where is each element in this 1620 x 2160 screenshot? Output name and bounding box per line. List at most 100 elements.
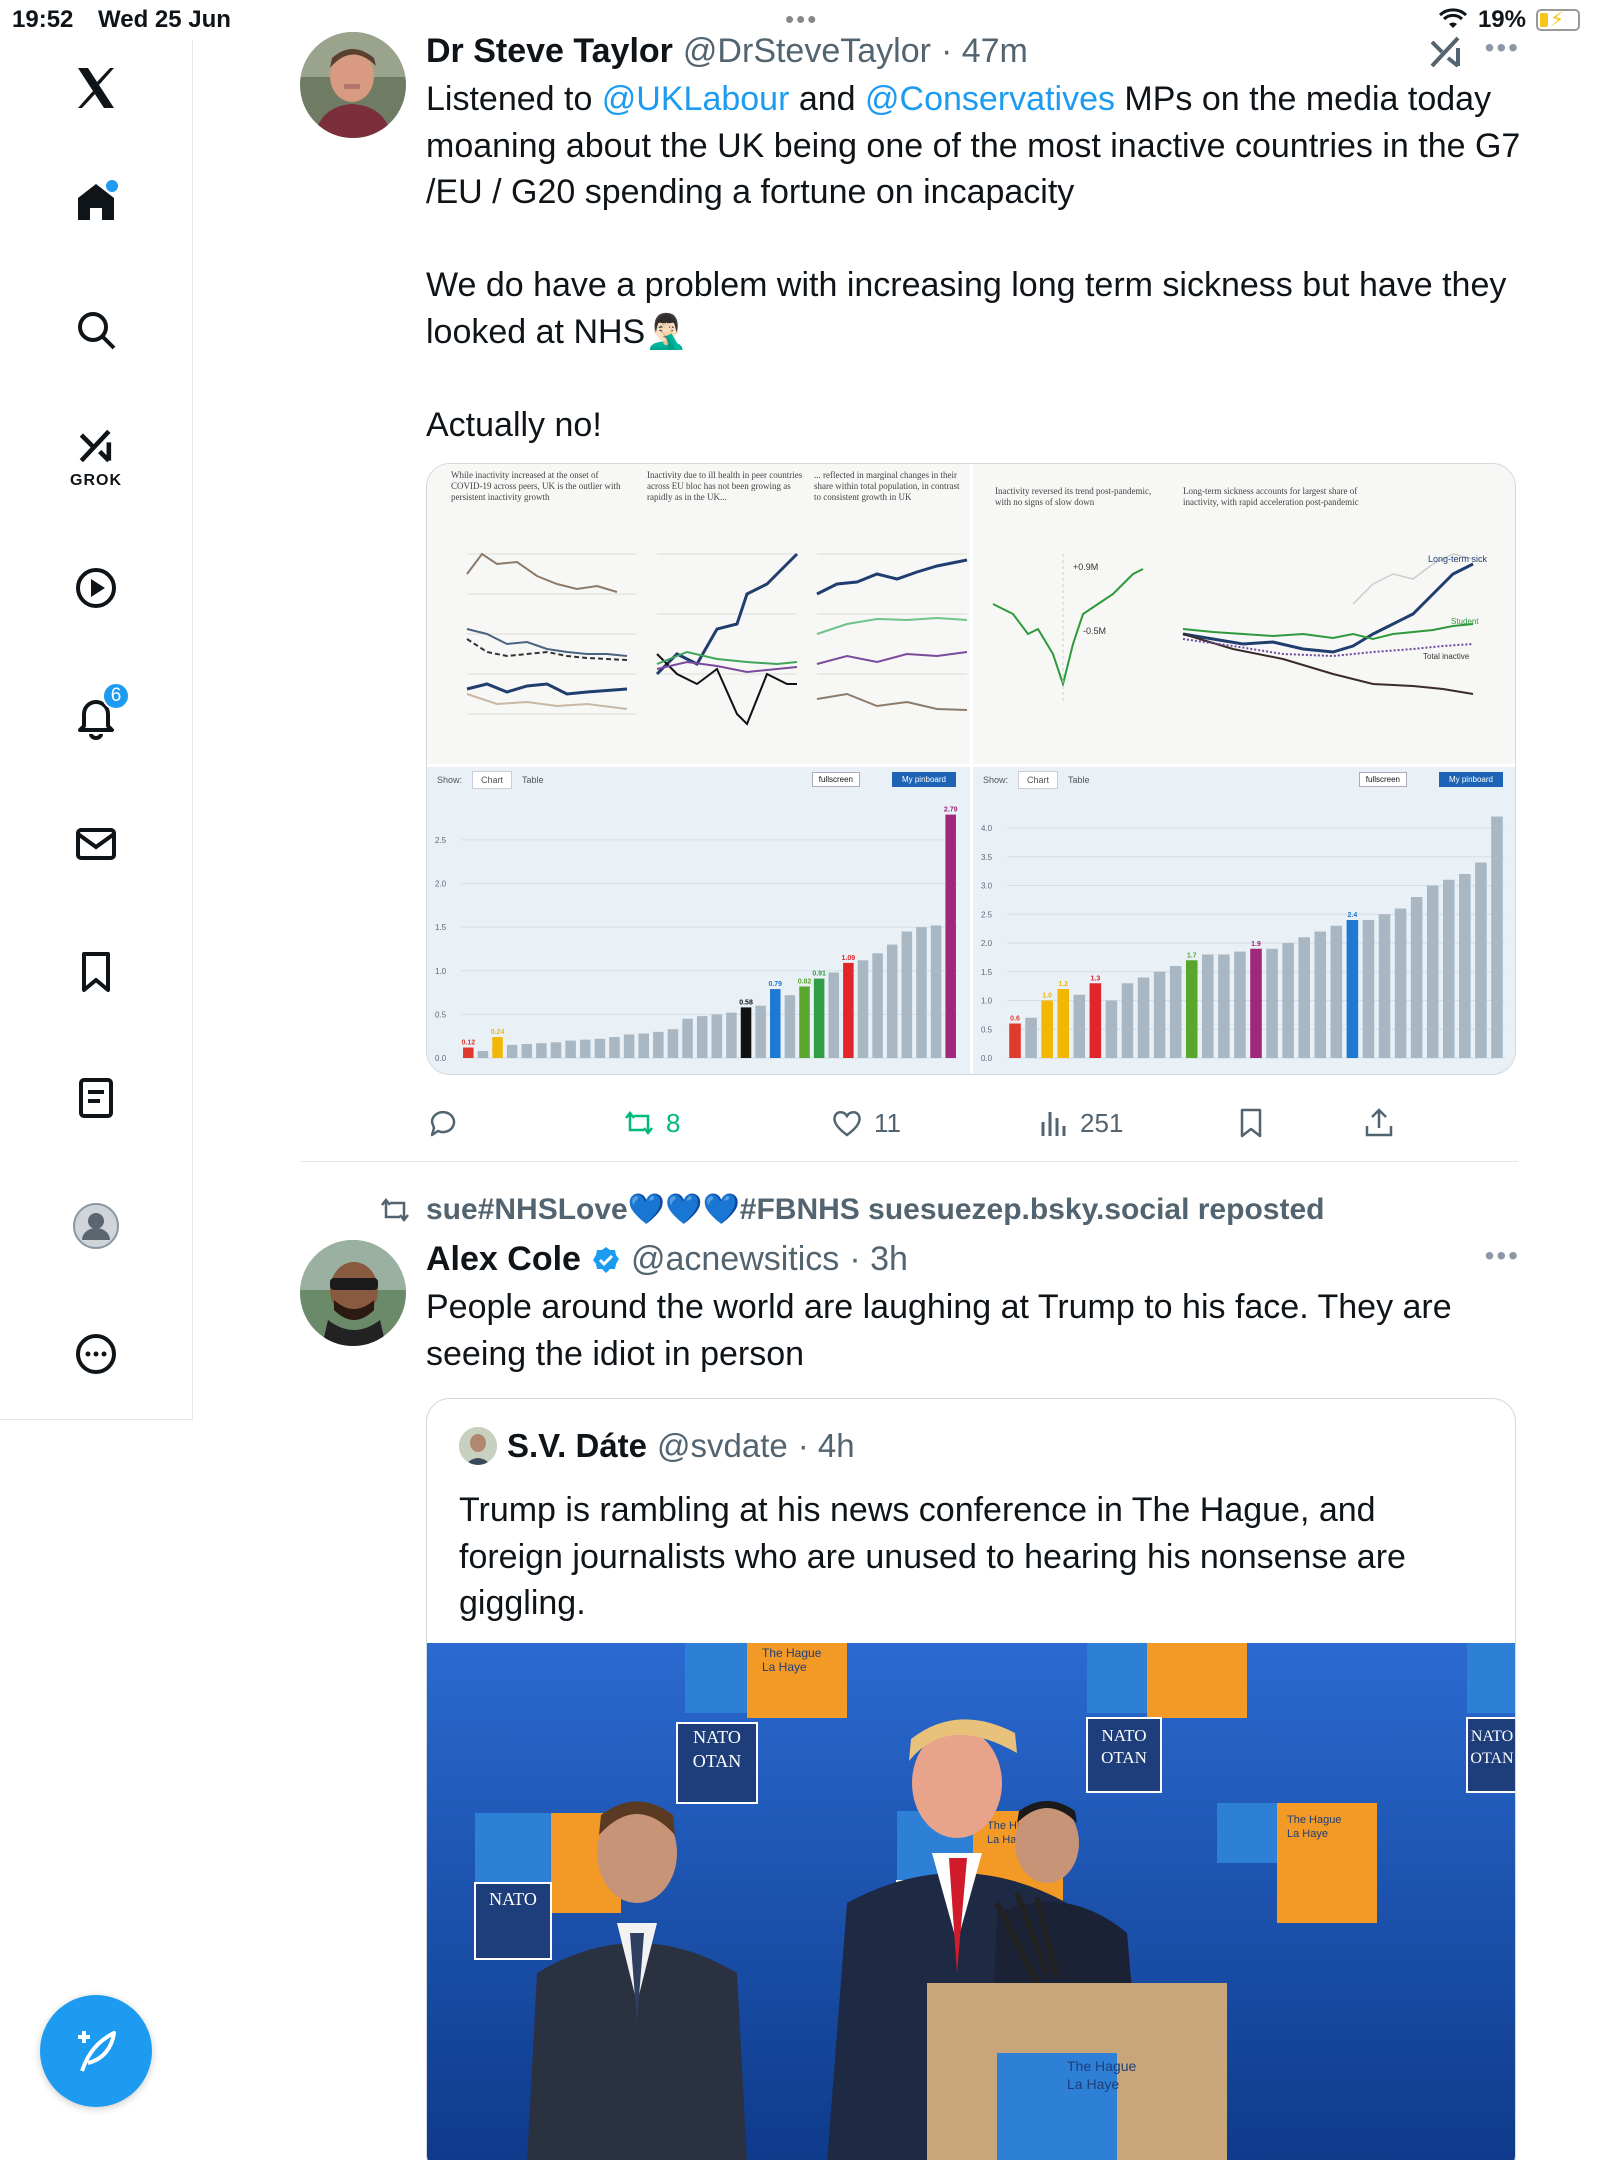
tweet-text: Listened to @UKLabour and @Conservatives… bbox=[426, 76, 1526, 448]
nav-bookmarks[interactable] bbox=[60, 936, 132, 1008]
search-icon bbox=[78, 312, 116, 350]
bar-chart-1: 0.0 0.5 1.0 1.5 2.0 2.5 0.12 0.24 0.58 0.79 0.820.… bbox=[435, 807, 958, 1063]
verified-badge-icon[interactable] bbox=[591, 1245, 621, 1275]
tab-table[interactable]: Table bbox=[1068, 775, 1090, 785]
quoted-photo-nato-press-conference[interactable]: NATO OTAN The Hague La Haye NATO OTAN NA… bbox=[427, 1643, 1515, 2160]
nav-video[interactable] bbox=[60, 552, 132, 624]
y-tick-label: 1.5 bbox=[435, 923, 447, 932]
post-time[interactable]: · 47m bbox=[941, 32, 1028, 71]
y-tick-label: 3.0 bbox=[981, 882, 993, 891]
quoted-author-name[interactable]: S.V. Dáte bbox=[507, 1427, 647, 1465]
mention-uklabour[interactable]: @UKLabour bbox=[602, 80, 790, 118]
author-name[interactable]: Alex Cole bbox=[426, 1240, 581, 1279]
text-segment: MPs on the media today moaning about the… bbox=[426, 80, 1521, 444]
more-options-icon[interactable]: ••• bbox=[1485, 32, 1520, 64]
tab-chart[interactable]: Chart bbox=[472, 771, 513, 789]
fullscreen-button[interactable]: fullscreen bbox=[1358, 772, 1407, 787]
bar-data-label: 2.4 bbox=[1348, 912, 1358, 919]
banner-text: OTAN bbox=[1470, 1750, 1514, 1767]
media-image-inactivity-peers[interactable]: While inactivity increased at the onset … bbox=[427, 464, 970, 764]
sidebar: GROK 6 bbox=[0, 40, 193, 1420]
pinboard-button[interactable]: My pinboard bbox=[891, 772, 956, 787]
media-image-uk-inactivity[interactable]: Inactivity reversed its trend post-pande… bbox=[973, 464, 1515, 764]
nav-explore[interactable] bbox=[60, 294, 132, 366]
avatar[interactable] bbox=[300, 32, 406, 138]
tab-table[interactable]: Table bbox=[522, 775, 544, 785]
bar-data-label: 0.12 bbox=[461, 1040, 475, 1047]
media-grid[interactable]: While inactivity increased at the onset … bbox=[426, 463, 1516, 1075]
bar bbox=[1282, 943, 1294, 1058]
nav-profile[interactable] bbox=[60, 1190, 132, 1262]
nav-grok[interactable]: GROK bbox=[60, 418, 132, 490]
bar bbox=[1009, 1023, 1021, 1058]
multitasking-dots-icon[interactable]: ••• bbox=[785, 4, 818, 35]
bar bbox=[799, 986, 810, 1058]
post-time[interactable]: · 3h bbox=[849, 1240, 908, 1279]
quoted-author-handle[interactable]: @svdate bbox=[657, 1427, 788, 1465]
bar bbox=[1137, 977, 1150, 1058]
repost-context[interactable]: sue#NHSLove💙💙💙#FBNHS suesuezep.bsky.soci… bbox=[378, 1192, 1324, 1227]
views-button[interactable]: 251 bbox=[1036, 1106, 1123, 1140]
bar bbox=[1041, 1000, 1053, 1058]
mention-conservatives[interactable]: @Conservatives bbox=[865, 80, 1115, 118]
bar bbox=[755, 1005, 766, 1058]
y-tick-label: 2.0 bbox=[981, 939, 993, 948]
quoted-text: Trump is rambling at his news conference… bbox=[459, 1491, 1406, 1622]
author-row: Alex Cole @acnewsitics · 3h bbox=[426, 1240, 908, 1279]
nav-messages[interactable] bbox=[60, 808, 132, 880]
compose-post-button[interactable] bbox=[40, 1995, 152, 2107]
bar-data-label: 1.3 bbox=[1090, 975, 1100, 982]
author-handle[interactable]: @DrSteveTaylor bbox=[683, 32, 931, 71]
chart-caption: Long-term sickness accounts for largest … bbox=[1183, 486, 1359, 507]
chart-label: Total inactive bbox=[1423, 652, 1470, 661]
media-image-bar-chart-1[interactable]: Show: Chart Table fullscreen My pinboard… bbox=[427, 767, 970, 1074]
reply-button[interactable] bbox=[426, 1106, 460, 1140]
quoted-post[interactable]: S.V. Dáte @svdate · 4h Trump is rambling… bbox=[426, 1398, 1516, 2160]
pinboard-button[interactable]: My pinboard bbox=[1438, 772, 1503, 787]
media-image-bar-chart-2[interactable]: Show: Chart Table fullscreen My pinboard… bbox=[973, 767, 1515, 1074]
reply-icon bbox=[430, 1110, 456, 1137]
bar bbox=[1459, 874, 1471, 1058]
bar bbox=[828, 972, 840, 1058]
chart-toolbar: Show: Chart Table bbox=[973, 767, 1515, 793]
play-circle-icon bbox=[76, 568, 116, 608]
avatar[interactable] bbox=[300, 1240, 406, 1346]
nav-more[interactable] bbox=[60, 1318, 132, 1390]
bar bbox=[594, 1038, 606, 1058]
like-button[interactable]: 11 bbox=[830, 1106, 901, 1140]
author-name[interactable]: Dr Steve Taylor bbox=[426, 32, 673, 71]
nav-home[interactable] bbox=[60, 166, 132, 238]
more-options-icon[interactable]: ••• bbox=[1485, 1240, 1520, 1272]
tab-chart[interactable]: Chart bbox=[1018, 771, 1059, 789]
y-tick-label: 0.5 bbox=[435, 1010, 447, 1019]
quoted-post-time[interactable]: · 4h bbox=[798, 1427, 855, 1465]
chart-caption: Inactivity due to ill health in peer cou… bbox=[647, 470, 803, 502]
author-row: Dr Steve Taylor @DrSteveTaylor · 47m bbox=[426, 32, 1028, 71]
line-charts-figure bbox=[466, 552, 968, 726]
bar-data-label: 0.79 bbox=[768, 981, 782, 988]
x-logo-icon[interactable] bbox=[60, 52, 132, 124]
banner-text: NATO bbox=[489, 1889, 537, 1909]
repost-icon bbox=[625, 1110, 653, 1136]
tweet-dr-steve-taylor[interactable]: Dr Steve Taylor @DrSteveTaylor · 47m •••… bbox=[300, 32, 1520, 1162]
bookmark-button[interactable] bbox=[1234, 1106, 1268, 1140]
bar-data-label: 1.0 bbox=[1042, 993, 1052, 1000]
share-button[interactable] bbox=[1362, 1106, 1396, 1140]
bar-data-label: 2.79 bbox=[944, 807, 958, 814]
bar bbox=[901, 931, 913, 1058]
fullscreen-button[interactable]: fullscreen bbox=[811, 772, 860, 787]
bar bbox=[1426, 885, 1439, 1058]
bar bbox=[477, 1051, 489, 1058]
bar bbox=[1314, 931, 1327, 1058]
author-handle[interactable]: @acnewsitics bbox=[631, 1240, 839, 1279]
nav-lists[interactable] bbox=[60, 1062, 132, 1134]
nav-notifications[interactable]: 6 bbox=[60, 680, 132, 752]
more-circle-icon bbox=[76, 1334, 116, 1374]
bar bbox=[653, 1031, 664, 1058]
grok-explain-icon[interactable] bbox=[1426, 32, 1466, 72]
bar bbox=[492, 1037, 503, 1058]
quoted-author-row: S.V. Dáte @svdate · 4h bbox=[459, 1427, 855, 1465]
repost-button[interactable]: 8 bbox=[622, 1106, 680, 1140]
bar bbox=[1234, 951, 1246, 1058]
bar bbox=[506, 1044, 518, 1058]
